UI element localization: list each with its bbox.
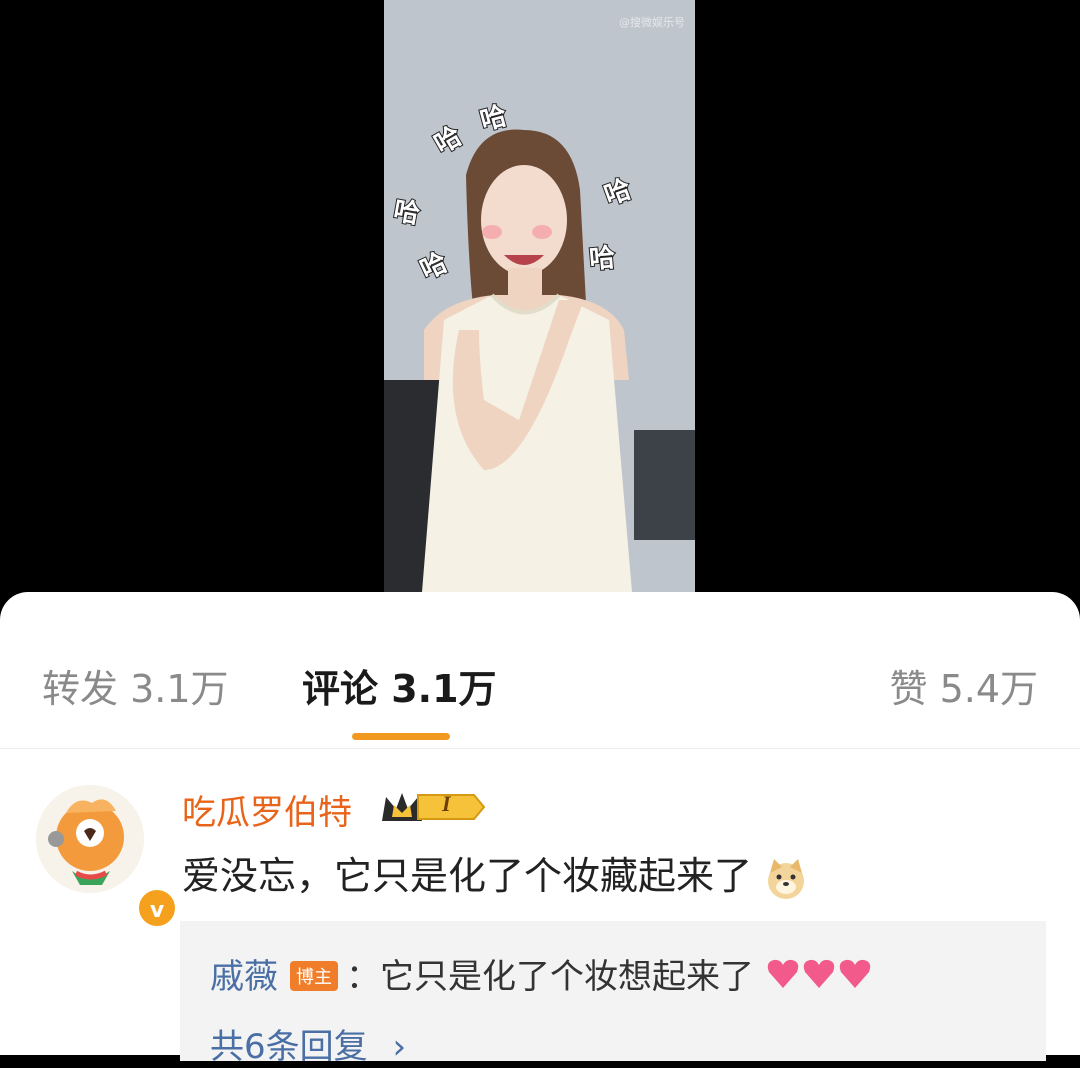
- interaction-tabs: 转发 3.1万 评论 3.1万 赞 5.4万: [0, 592, 1080, 749]
- view-all-replies-link[interactable]: 共6条回复 ›: [210, 1019, 406, 1068]
- haha-sticker: 哈: [587, 242, 618, 276]
- chevron-right-icon: ›: [392, 1027, 407, 1067]
- reply-username[interactable]: 戚薇: [210, 957, 278, 997]
- video-player[interactable]: @搜微娱乐号 哈 哈 哈 哈 哈 哈: [0, 0, 1080, 620]
- reply-preview[interactable]: 戚薇 博主 ：它只是化了个妆想起来了 共6条回复 ›: [180, 921, 1046, 1067]
- host-tag: 博主: [290, 960, 338, 991]
- reply-line: 戚薇 博主 ：它只是化了个妆想起来了: [210, 949, 873, 1001]
- avatar[interactable]: v: [36, 785, 178, 929]
- video-frame[interactable]: @搜微娱乐号 哈 哈 哈 哈 哈 哈: [384, 0, 695, 592]
- verified-badge: v: [136, 887, 178, 929]
- comment-body: 爱没忘，它只是化了个妆藏起来了: [182, 854, 753, 898]
- tab-likes[interactable]: 赞 5.4万: [889, 658, 1038, 713]
- more-replies-label: 共6条回复: [210, 1027, 368, 1067]
- fan-rank-badge[interactable]: I: [378, 787, 488, 831]
- reply-text: ：它只是化了个妆想起来了: [346, 957, 754, 997]
- video-watermark: @搜微娱乐号: [619, 16, 685, 29]
- crown-icon: [382, 793, 486, 821]
- tab-reposts[interactable]: 转发 3.1万: [42, 658, 229, 713]
- tab-comments[interactable]: 评论 3.1万: [302, 658, 497, 713]
- avatar-mascot-image: [36, 785, 144, 893]
- fan-rank-label: I: [442, 791, 451, 816]
- video-still-image: [384, 0, 695, 592]
- comment-username[interactable]: 吃瓜罗伯特: [182, 785, 352, 834]
- active-tab-indicator: [352, 733, 450, 740]
- comment-text: 爱没忘，它只是化了个妆藏起来了: [182, 845, 808, 901]
- heart-emoji-icon: [765, 956, 873, 1001]
- comments-sheet: 转发 3.1万 评论 3.1万 赞 5.4万 v 吃瓜罗伯特 I 爱没忘，它只是…: [0, 592, 1080, 1067]
- doge-emoji-icon: [768, 858, 805, 899]
